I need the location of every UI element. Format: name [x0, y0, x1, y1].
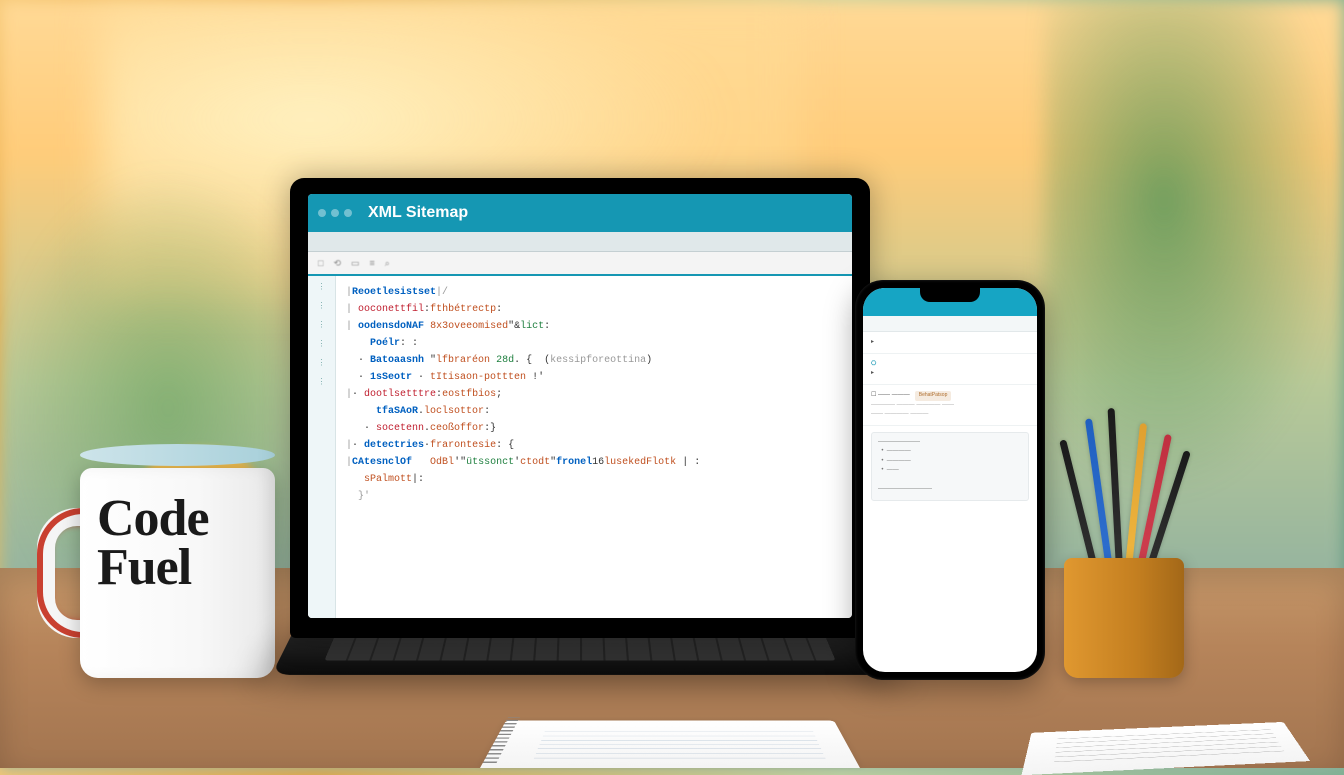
phone-nav: [863, 316, 1037, 332]
toolbar-icon: □: [318, 258, 323, 268]
mug-text-line2: Fuel: [97, 543, 267, 592]
toolbar-icon: ▭: [351, 258, 360, 269]
pencil-holder: [1054, 518, 1194, 678]
toolbar-icon: ≡: [370, 258, 375, 268]
phone-row: ▸: [863, 332, 1037, 354]
notebook-writing: [534, 728, 826, 758]
mug-label: Code Fuel: [97, 494, 267, 593]
window-dot: [344, 209, 352, 217]
laptop-screen: XML Sitemap □ ⟲ ▭ ≡ ⌕ ⋮⋮⋮⋮⋮⋮ |Reoetlesis…: [308, 194, 852, 618]
window-titlebar: XML Sitemap: [308, 194, 852, 232]
phone-row: ☐ —— ——— BehatPatsop ———— ——— ———— —— ——…: [863, 385, 1037, 426]
mug-text-line1: Code: [97, 494, 267, 543]
laptop: XML Sitemap □ ⟲ ▭ ≡ ⌕ ⋮⋮⋮⋮⋮⋮ |Reoetlesis…: [290, 188, 870, 708]
window-dot: [331, 209, 339, 217]
window-dot: [318, 209, 326, 217]
editor-body: ⋮⋮⋮⋮⋮⋮ |Reoetlesistset|/ | ooconettfil:f…: [308, 276, 852, 618]
phone-screen: ▸ ⎔ ▸ ☐ —— ——— BehatPatsop ———— ——— ————…: [863, 288, 1037, 672]
coffee-mug: Code Fuel: [55, 448, 275, 678]
laptop-bezel: XML Sitemap □ ⟲ ▭ ≡ ⌕ ⋮⋮⋮⋮⋮⋮ |Reoetlesis…: [290, 178, 870, 638]
window-controls: [318, 209, 352, 217]
phone-info-box: ——————— • ———— • ———— • —— —————————: [871, 432, 1029, 502]
tab-strip: [308, 232, 852, 252]
toolbar: □ ⟲ ▭ ≡ ⌕: [308, 252, 852, 276]
smartphone: ▸ ⎔ ▸ ☐ —— ——— BehatPatsop ———— ——— ————…: [855, 280, 1045, 680]
code-editor: |Reoetlesistset|/ | ooconettfil:fthbétre…: [336, 276, 852, 618]
toolbar-icon: ⟲: [333, 258, 341, 269]
mug-rim: [80, 444, 275, 466]
phone-notch: [920, 288, 980, 302]
cup: [1064, 558, 1184, 678]
notebook-front: [480, 721, 860, 768]
window-title: XML Sitemap: [368, 204, 468, 222]
line-gutter: ⋮⋮⋮⋮⋮⋮: [308, 276, 336, 618]
phone-row: ⎔ ▸: [863, 354, 1037, 385]
phone-row-label: —— ———: [878, 392, 910, 398]
phone-badge: BehatPatsop: [915, 391, 952, 401]
toolbar-icon: ⌕: [385, 258, 390, 269]
notebook-writing: [1054, 728, 1284, 762]
